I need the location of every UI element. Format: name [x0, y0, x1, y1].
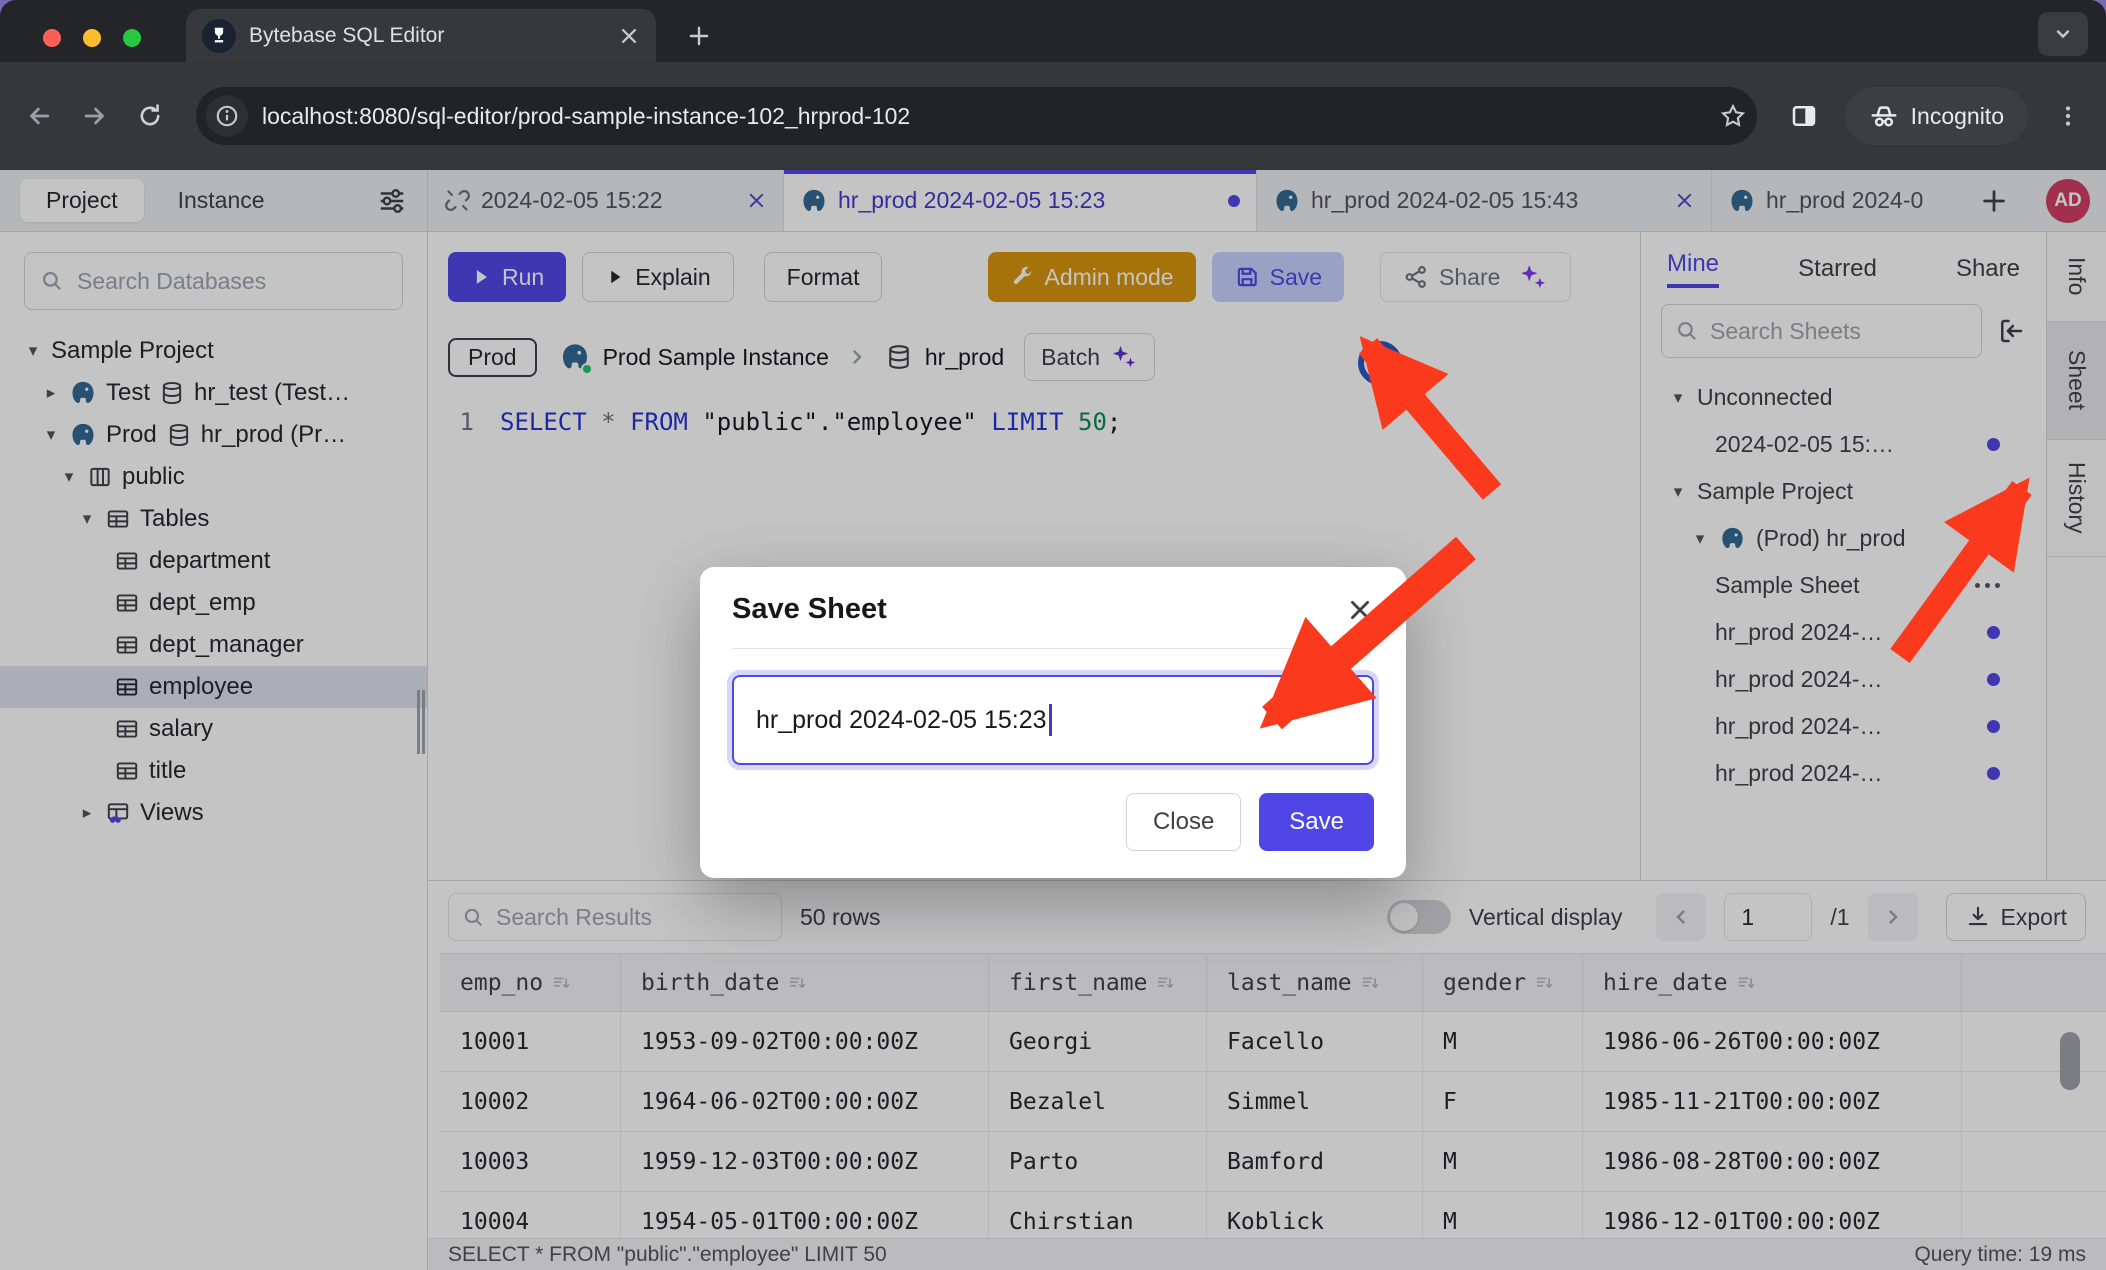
browser-menu-icon[interactable] [2054, 102, 2082, 130]
side-panel-icon[interactable] [1789, 101, 1819, 131]
dialog-divider [732, 648, 1374, 649]
browser-tab-title: Bytebase SQL Editor [249, 24, 605, 48]
address-bar[interactable]: localhost:8080/sql-editor/prod-sample-in… [196, 87, 1757, 145]
browser-chrome: Bytebase SQL Editor localhost:8080/sql-e… [0, 0, 2106, 170]
bytebase-favicon-icon [202, 19, 236, 53]
url-text: localhost:8080/sql-editor/prod-sample-in… [262, 103, 910, 130]
incognito-icon [1869, 101, 1899, 131]
back-icon[interactable] [24, 101, 54, 131]
sheet-name-value: hr_prod 2024-02-05 15:23 [756, 706, 1047, 735]
dialog-save-button[interactable]: Save [1259, 793, 1374, 851]
tab-search-button[interactable] [2038, 12, 2088, 56]
dialog-title: Save Sheet [732, 593, 887, 626]
new-tab-icon[interactable] [686, 23, 712, 49]
incognito-label: Incognito [1911, 103, 2004, 130]
window-zoom-button[interactable] [123, 29, 141, 47]
screenshot-root: Bytebase SQL Editor localhost:8080/sql-e… [0, 0, 2106, 1270]
forward-icon[interactable] [80, 101, 110, 131]
save-sheet-dialog: Save Sheet hr_prod 2024-02-05 15:23 Clos… [700, 567, 1406, 878]
text-cursor [1049, 704, 1052, 736]
browser-titlebar: Bytebase SQL Editor [0, 0, 2106, 62]
bookmark-star-icon[interactable] [1719, 102, 1747, 130]
window-close-button[interactable] [43, 29, 61, 47]
tab-close-icon[interactable] [618, 25, 640, 47]
reload-icon[interactable] [136, 102, 164, 130]
site-info-icon[interactable] [206, 95, 248, 137]
browser-tab[interactable]: Bytebase SQL Editor [186, 9, 656, 62]
dialog-close-icon[interactable] [1346, 596, 1374, 624]
dialog-close-button[interactable]: Close [1126, 793, 1241, 851]
browser-navbar: localhost:8080/sql-editor/prod-sample-in… [0, 62, 2106, 170]
sheet-name-input[interactable]: hr_prod 2024-02-05 15:23 [732, 675, 1374, 765]
window-minimize-button[interactable] [83, 29, 101, 47]
incognito-badge: Incognito [1845, 87, 2028, 145]
